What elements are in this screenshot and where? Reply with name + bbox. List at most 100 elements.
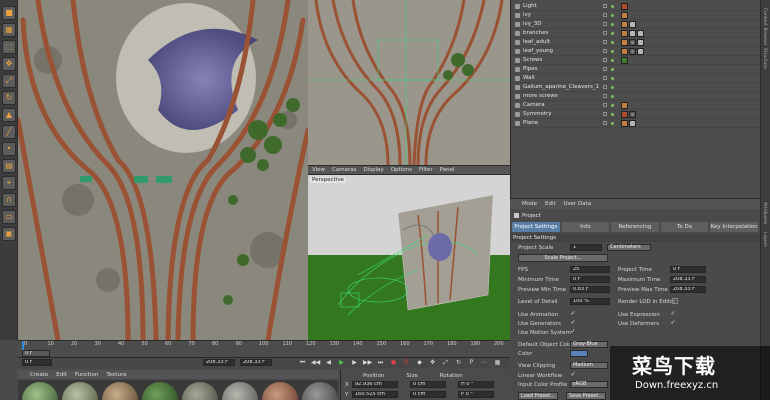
material-ball[interactable] [302, 382, 338, 400]
object-layer-toggle[interactable] [603, 94, 607, 98]
maximum-time-field[interactable]: 208.33 F [670, 276, 706, 283]
mat-menu-edit[interactable]: Edit [56, 372, 67, 378]
rotate-icon[interactable]: ↻ [2, 91, 16, 105]
mat-menu-function[interactable]: Function [75, 372, 98, 378]
use-motion-checkbox[interactable]: ✓ [570, 329, 576, 335]
object-row[interactable]: Symmetry [511, 110, 761, 119]
scale-project-button[interactable]: Scale Project... [518, 254, 608, 262]
material-ball[interactable] [262, 382, 298, 400]
texture-icon[interactable]: ▤ [2, 159, 16, 173]
pla-icon[interactable]: ⋯ [480, 359, 489, 367]
linear-workflow-checkbox[interactable]: ✓ [570, 372, 576, 378]
default-color-dropdown[interactable]: Gray-Blue [570, 341, 608, 348]
visibility-dot-icon[interactable] [611, 103, 614, 107]
minimum-time-field[interactable]: 0 F [570, 276, 610, 283]
object-row[interactable]: Light [511, 2, 761, 11]
attr-menu-edit[interactable]: Edit [545, 201, 556, 207]
object-tag-icon[interactable] [629, 39, 636, 46]
select-icon[interactable]: ⬚ [2, 40, 16, 54]
object-tag-icon[interactable] [637, 30, 644, 37]
play-icon[interactable]: ▶ [337, 359, 346, 367]
visibility-dot-icon[interactable] [611, 31, 614, 35]
object-tag-icon[interactable] [629, 21, 636, 28]
project-scale-unit-dropdown[interactable]: Centimeters [607, 244, 651, 251]
object-layer-toggle[interactable] [603, 40, 607, 44]
prev-frame-icon[interactable]: ◀ [324, 359, 333, 367]
save-preset-button[interactable]: Save Preset... [566, 392, 606, 400]
viewport-menu-display[interactable]: Display [364, 167, 384, 173]
record-icon[interactable]: ● [389, 359, 398, 367]
object-row[interactable]: Gallum_aparine_Cleavers_1 [511, 83, 761, 92]
tab-attributes[interactable]: Attributes [762, 202, 767, 224]
visibility-dot-icon[interactable] [611, 4, 614, 8]
render-view[interactable] [18, 0, 308, 340]
material-ball[interactable] [22, 382, 58, 400]
rotation-p-field[interactable]: P 0 ° [458, 391, 494, 398]
object-row[interactable]: Plane [511, 119, 761, 128]
use-expression-checkbox[interactable]: ✓ [670, 311, 676, 317]
object-tag-icon[interactable] [637, 48, 644, 55]
snap-icon[interactable]: ⌖ [2, 176, 16, 190]
checker-icon[interactable]: ▦ [2, 23, 16, 37]
tab-layers[interactable]: Layers [762, 232, 767, 247]
visibility-dot-icon[interactable] [611, 67, 614, 71]
object-layer-toggle[interactable] [603, 4, 607, 8]
autokey-icon[interactable]: ⦿ [402, 359, 411, 367]
use-deformers-checkbox[interactable]: ✓ [670, 320, 676, 326]
mat-menu-create[interactable]: Create [30, 372, 48, 378]
playhead[interactable] [22, 341, 24, 350]
object-tag-icon[interactable] [621, 102, 628, 109]
visibility-dot-icon[interactable] [611, 49, 614, 53]
visibility-dot-icon[interactable] [611, 85, 614, 89]
object-row[interactable]: Wall [511, 74, 761, 83]
mat-menu-texture[interactable]: Texture [106, 372, 126, 378]
object-row[interactable]: ivy_3D [511, 20, 761, 29]
attr-menu-user-data[interactable]: User Data [564, 201, 591, 207]
start-frame-field[interactable]: 0 F [22, 359, 52, 366]
material-ball[interactable] [102, 382, 138, 400]
object-tag-icon[interactable] [621, 48, 628, 55]
attr-menu-mode[interactable]: Mode [522, 201, 537, 207]
object-row[interactable]: leaf_young [511, 47, 761, 56]
visibility-dot-icon[interactable] [611, 112, 614, 116]
object-layer-toggle[interactable] [603, 103, 607, 107]
object-tag-icon[interactable] [621, 21, 628, 28]
object-layer-toggle[interactable] [603, 13, 607, 17]
object-layer-toggle[interactable] [603, 121, 607, 125]
perspective-viewport[interactable] [308, 175, 510, 340]
viewport-menu-panel[interactable]: Panel [440, 167, 455, 173]
goto-start-icon[interactable]: ⏮ [298, 359, 307, 367]
object-tag-icon[interactable] [629, 30, 636, 37]
object-layer-toggle[interactable] [603, 112, 607, 116]
object-row[interactable]: Screws [511, 56, 761, 65]
dopesheet-icon[interactable]: ▦ [493, 359, 502, 367]
rotate-key-icon[interactable]: ↻ [454, 359, 463, 367]
object-row[interactable]: branches [511, 29, 761, 38]
cube-icon[interactable]: ■ [2, 6, 16, 20]
preview-max-field[interactable]: 208.33 F [670, 286, 706, 293]
timeline-ruler[interactable]: 0 10 20 30 40 50 60 70 80 90 100 110 120 130 140 150 160… [18, 341, 510, 350]
viewport-menu-view[interactable]: View [312, 167, 325, 173]
object-row[interactable]: Pipes [511, 65, 761, 74]
tab-info[interactable]: Info [561, 222, 610, 232]
object-layer-toggle[interactable] [603, 76, 607, 80]
visibility-dot-icon[interactable] [611, 22, 614, 26]
fps-field[interactable]: 25 [570, 266, 610, 273]
rotation-h-field[interactable]: H 0 ° [458, 381, 494, 388]
render-lod-checkbox[interactable] [672, 298, 678, 304]
scale-icon[interactable]: ⤢ [2, 74, 16, 88]
visibility-dot-icon[interactable] [611, 94, 614, 98]
next-key-icon[interactable]: ▶▶ [363, 359, 372, 367]
object-row[interactable]: ivy [511, 11, 761, 20]
tab-key-interpolation[interactable]: Key Interpolation [710, 222, 758, 232]
point-icon[interactable]: • [2, 142, 16, 156]
object-tag-icon[interactable] [629, 48, 636, 55]
object-tag-icon[interactable] [629, 111, 636, 118]
object-tag-icon[interactable] [621, 57, 628, 64]
keyframe-icon[interactable]: ◆ [415, 359, 424, 367]
object-tag-icon[interactable] [621, 111, 628, 118]
material-ball[interactable] [182, 382, 218, 400]
tab-content-browser[interactable]: Content Browser [762, 8, 767, 46]
scale-key-icon[interactable]: ⤢ [441, 359, 450, 367]
object-row[interactable]: more screws [511, 92, 761, 101]
